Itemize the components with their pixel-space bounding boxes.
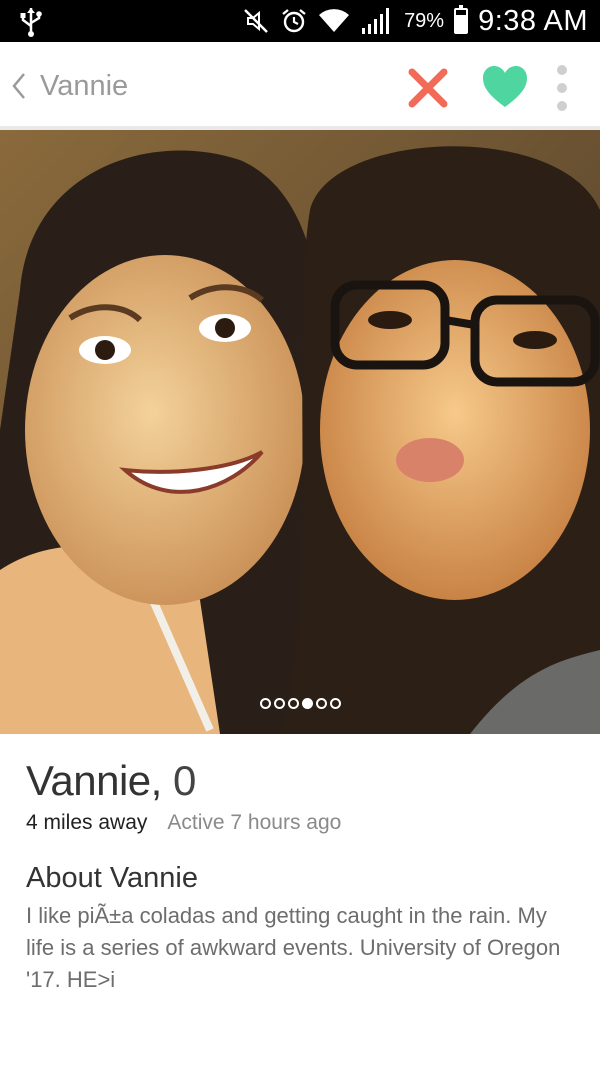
- profile-meta: 4 miles away Active 7 hours ago: [26, 811, 341, 835]
- close-icon[interactable]: [404, 64, 452, 112]
- photo-page-dot[interactable]: [273, 698, 285, 709]
- photo-page-dot[interactable]: [315, 698, 327, 709]
- profile-age: 0: [173, 757, 196, 804]
- photo-illustration: [0, 130, 600, 734]
- photo-page-dot[interactable]: [301, 698, 313, 709]
- profile-photo[interactable]: [0, 130, 600, 734]
- back-button[interactable]: Vannie: [10, 66, 128, 106]
- about-heading: About Vannie: [26, 862, 198, 894]
- photo-pager: [0, 698, 600, 709]
- battery-level: [456, 14, 467, 32]
- alarm-icon: [282, 9, 306, 33]
- profile-header: Vannie: [0, 42, 600, 130]
- mute-icon: [244, 9, 268, 33]
- photo-page-dot[interactable]: [329, 698, 341, 709]
- clock: 9:38 AM: [478, 4, 588, 37]
- profile-name: Vannie: [26, 757, 151, 804]
- distance-label: 4 miles away: [26, 811, 148, 834]
- heart-icon[interactable]: [480, 62, 530, 112]
- photo-page-dot[interactable]: [287, 698, 299, 709]
- usb-icon: [20, 8, 42, 37]
- status-bar: 79% 9:38 AM: [0, 0, 600, 42]
- photo-page-dot[interactable]: [259, 698, 271, 709]
- more-vert-icon[interactable]: [550, 64, 574, 112]
- name-age: Vannie, 0: [26, 757, 196, 804]
- about-text: I like piÃ±a coladas and getting caught …: [26, 903, 561, 992]
- chevron-left-icon: [12, 73, 25, 99]
- signal-icon: [362, 8, 390, 34]
- battery-percent: 79%: [404, 9, 445, 32]
- last-active-label: Active 7 hours ago: [167, 811, 342, 834]
- wifi-icon: [319, 9, 350, 32]
- header-title: Vannie: [40, 69, 129, 102]
- battery-icon: [454, 5, 469, 34]
